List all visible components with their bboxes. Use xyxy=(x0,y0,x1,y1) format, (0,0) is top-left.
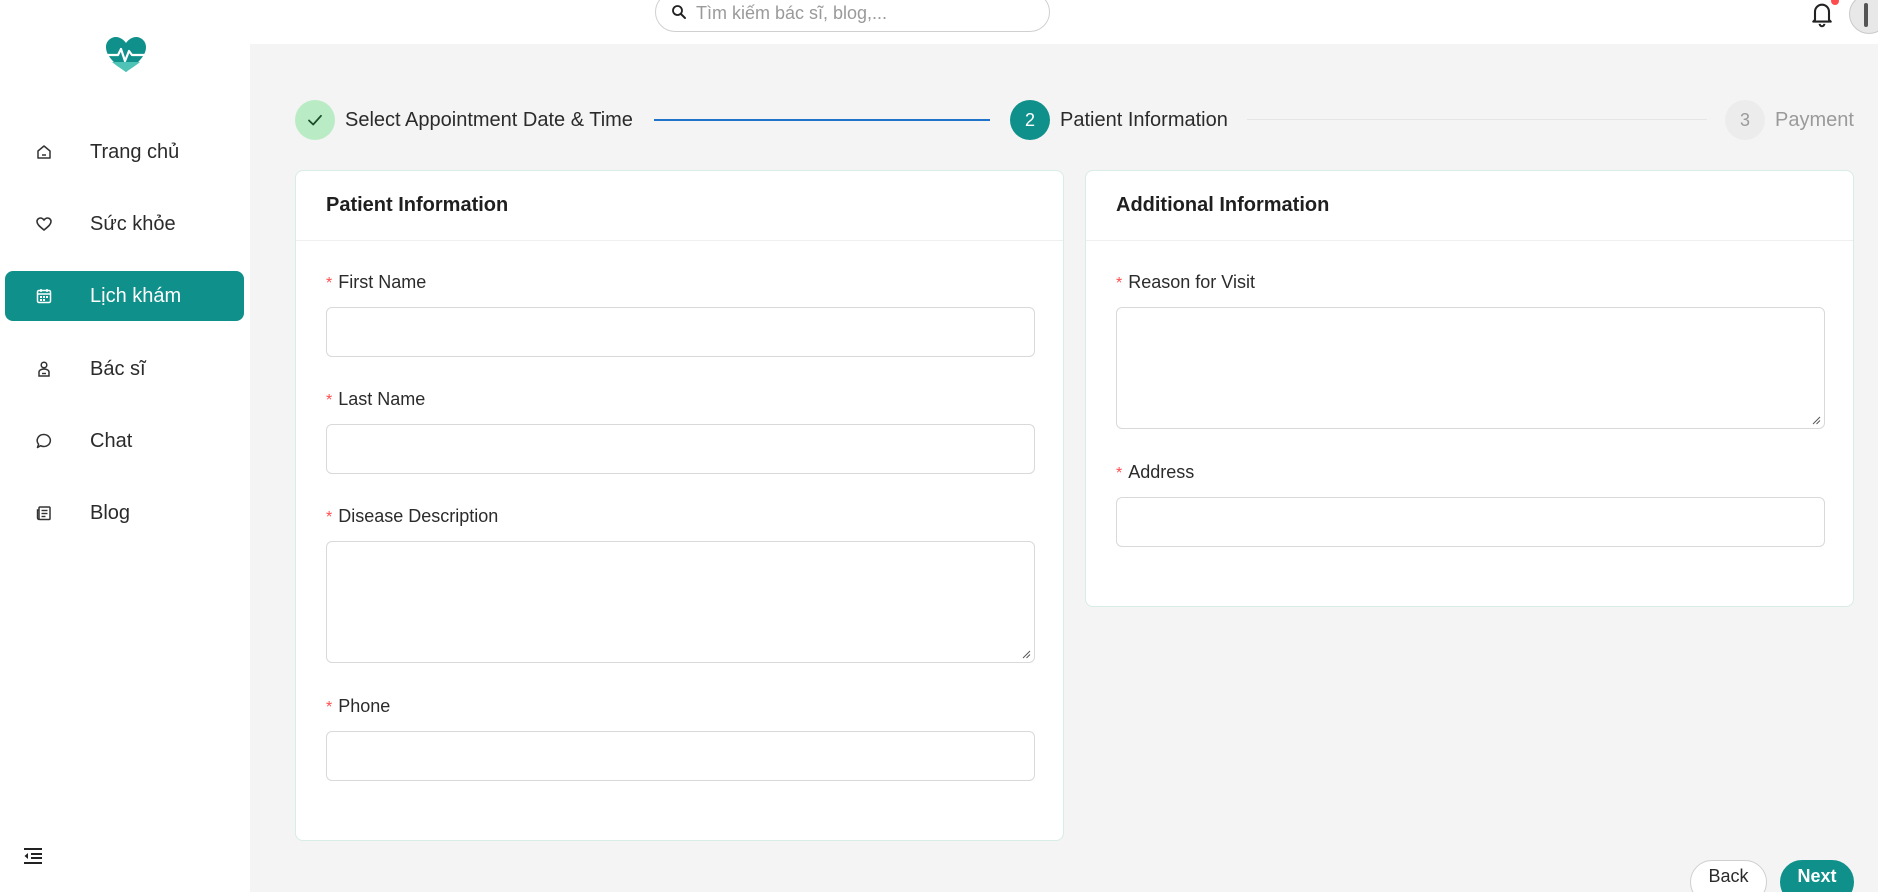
required-mark: * xyxy=(326,392,333,409)
step-3-number: 3 xyxy=(1725,100,1765,140)
home-icon xyxy=(37,145,51,159)
step-2-number: 2 xyxy=(1010,100,1050,140)
sidebar: Trang chủ Sức khỏe Lịch khám Bác sĩ Chat… xyxy=(0,0,250,892)
last-name-label-text: Last Name xyxy=(338,389,426,409)
required-mark: * xyxy=(1116,465,1123,482)
sidebar-item-blog[interactable]: Blog xyxy=(5,488,244,538)
address-label-text: Address xyxy=(1128,462,1195,482)
reason-for-visit-label-text: Reason for Visit xyxy=(1128,272,1255,292)
phone-label-text: Phone xyxy=(338,696,391,716)
chat-icon xyxy=(36,433,52,449)
search-box[interactable] xyxy=(655,0,1050,32)
first-name-label: * First Name xyxy=(326,272,426,293)
sidebar-item-label: Bác sĩ xyxy=(90,357,146,380)
card-title: Additional Information xyxy=(1086,171,1853,241)
disease-description-label-text: Disease Description xyxy=(338,506,499,526)
heart-icon xyxy=(36,217,52,232)
sidebar-item-suc-khoe[interactable]: Sức khỏe xyxy=(5,199,244,249)
required-mark: * xyxy=(326,509,333,526)
collapse-menu-icon[interactable] xyxy=(22,846,44,866)
disease-description-label: * Disease Description xyxy=(326,506,498,527)
sidebar-item-lich-kham[interactable]: Lịch khám xyxy=(5,271,244,321)
next-button[interactable]: Next xyxy=(1780,860,1854,892)
last-name-input[interactable] xyxy=(326,424,1035,474)
address-label: * Address xyxy=(1116,462,1194,483)
step-connector-2 xyxy=(1247,119,1707,120)
top-bar xyxy=(0,0,1878,44)
doctor-icon xyxy=(38,361,50,377)
required-mark: * xyxy=(326,275,333,292)
sidebar-item-label: Blog xyxy=(90,501,131,524)
card-title: Patient Information xyxy=(296,171,1063,241)
disease-description-textarea[interactable] xyxy=(326,541,1035,663)
step-3-label: Payment xyxy=(1775,109,1854,131)
sidebar-item-label: Sức khỏe xyxy=(90,212,176,235)
sidebar-item-chat[interactable]: Chat xyxy=(5,416,244,466)
avatar[interactable] xyxy=(1849,0,1878,34)
resize-grip-icon[interactable] xyxy=(1021,649,1031,659)
required-mark: * xyxy=(326,699,333,716)
step-1-label: Select Appointment Date & Time xyxy=(345,109,633,131)
reason-for-visit-label: * Reason for Visit xyxy=(1116,272,1255,293)
sidebar-item-trang-chu[interactable]: Trang chủ xyxy=(5,127,244,177)
step-2-label: Patient Information xyxy=(1060,109,1228,131)
additional-information-card: Additional Information * Reason for Visit… xyxy=(1085,170,1854,607)
first-name-label-text: First Name xyxy=(338,272,427,292)
search-input[interactable] xyxy=(696,0,1026,24)
sidebar-item-bac-si[interactable]: Bác sĩ xyxy=(5,344,244,394)
reason-for-visit-textarea[interactable] xyxy=(1116,307,1825,429)
step-1-done xyxy=(295,100,335,140)
required-mark: * xyxy=(1116,275,1123,292)
last-name-label: * Last Name xyxy=(326,389,425,410)
address-input[interactable] xyxy=(1116,497,1825,547)
sidebar-item-label: Lịch khám xyxy=(90,284,182,307)
phone-label: * Phone xyxy=(326,696,390,717)
sidebar-item-label: Trang chủ xyxy=(90,140,180,163)
blog-icon xyxy=(36,506,51,521)
step-connector-1 xyxy=(654,119,990,121)
steps-progress: Select Appointment Date & Time 2 Patient… xyxy=(295,100,1855,140)
check-icon xyxy=(308,114,322,126)
sidebar-item-label: Chat xyxy=(90,429,133,452)
back-button[interactable]: Back xyxy=(1690,860,1767,892)
notification-dot xyxy=(1831,0,1839,5)
first-name-input[interactable] xyxy=(326,307,1035,357)
resize-grip-icon[interactable] xyxy=(1811,415,1821,425)
search-icon xyxy=(672,5,686,19)
calendar-icon xyxy=(36,289,52,304)
logo-heart-icon[interactable] xyxy=(104,36,148,74)
patient-information-card: Patient Information * First Name * Last Na… xyxy=(295,170,1064,841)
phone-input[interactable] xyxy=(326,731,1035,781)
